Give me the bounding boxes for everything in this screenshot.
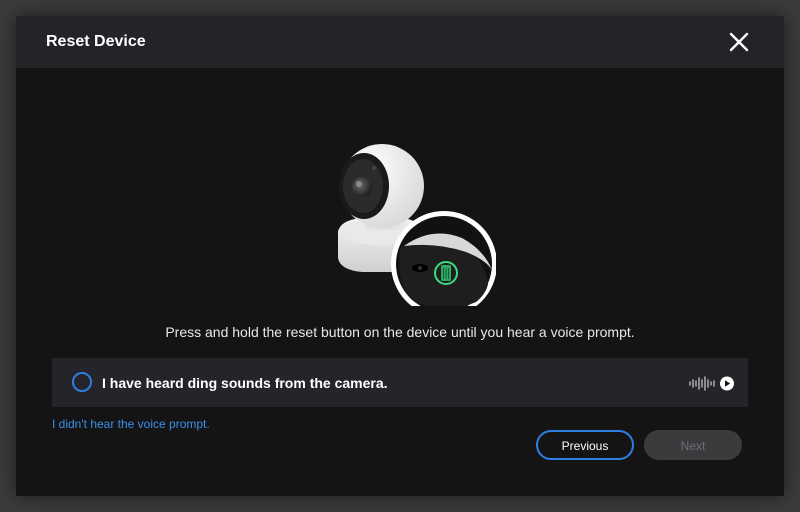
- instruction-text: Press and hold the reset button on the d…: [165, 324, 635, 340]
- heard-sound-confirm-option[interactable]: I have heard ding sounds from the camera…: [52, 358, 748, 407]
- no-voice-prompt-link[interactable]: I didn't hear the voice prompt.: [52, 417, 210, 431]
- previous-button[interactable]: Previous: [536, 430, 634, 460]
- dialog-header: Reset Device: [16, 16, 784, 68]
- play-sound-button[interactable]: [688, 374, 736, 392]
- camera-reset-illustration: [316, 134, 497, 317]
- radio-button[interactable]: [72, 372, 92, 392]
- dialog-title: Reset Device: [46, 33, 146, 50]
- close-icon: [729, 32, 749, 52]
- confirm-label: I have heard ding sounds from the camera…: [102, 375, 388, 391]
- reset-device-dialog: Reset Device Press and hold the reset bu…: [16, 16, 784, 496]
- next-button[interactable]: Next: [644, 430, 742, 460]
- close-button[interactable]: [727, 30, 751, 54]
- sound-wave-play-icon: [689, 376, 734, 391]
